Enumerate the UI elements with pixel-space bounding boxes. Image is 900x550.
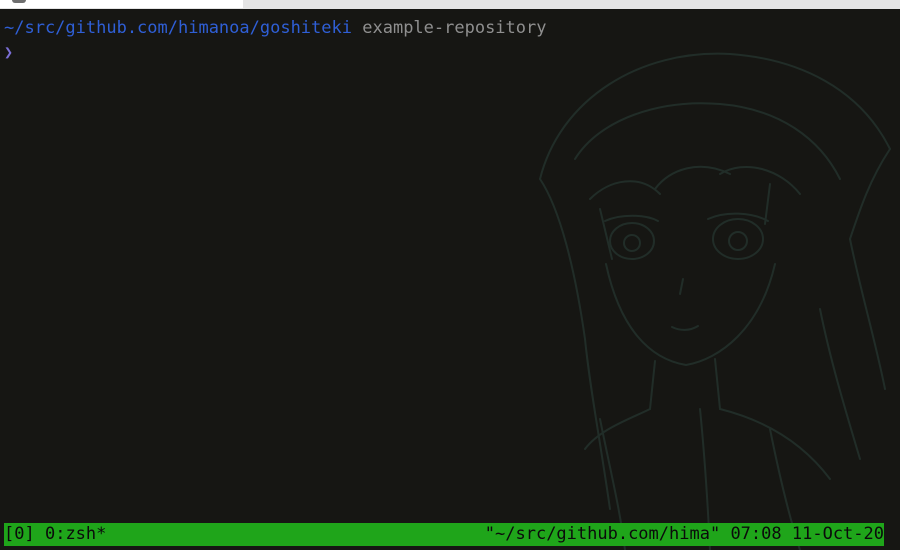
prompt-path-line: ~/src/github.com/himanoa/goshiteki examp… xyxy=(4,17,546,39)
tmux-status-bar: [0] 0:zsh* "~/src/github.com/hima" 07:08… xyxy=(4,523,884,546)
window-tab-area xyxy=(0,0,243,8)
terminal-window[interactable]: ~/src/github.com/himanoa/goshiteki examp… xyxy=(0,9,900,550)
status-right: "~/src/github.com/hima" 07:08 11-Oct-20 xyxy=(485,523,884,546)
window-top-frame xyxy=(0,0,900,9)
status-date: 11-Oct-20 xyxy=(791,524,884,544)
status-left: [0] 0:zsh* xyxy=(4,523,106,546)
status-time: 07:08 xyxy=(730,524,782,544)
prompt-chevron-icon: ❯ xyxy=(4,43,14,61)
window-tab-zsh[interactable]: 0:zsh* xyxy=(45,524,106,544)
pane-title: "~/src/github.com/hima" xyxy=(484,524,721,544)
current-directory-path: ~/src/github.com/himanoa/goshiteki xyxy=(4,18,352,38)
background-character-artwork xyxy=(539,52,891,550)
command-input-line[interactable]: ❯ xyxy=(4,41,13,63)
git-repository-name: example-repository xyxy=(362,18,547,38)
session-index: [0] xyxy=(4,524,35,544)
window-icon xyxy=(12,0,26,3)
